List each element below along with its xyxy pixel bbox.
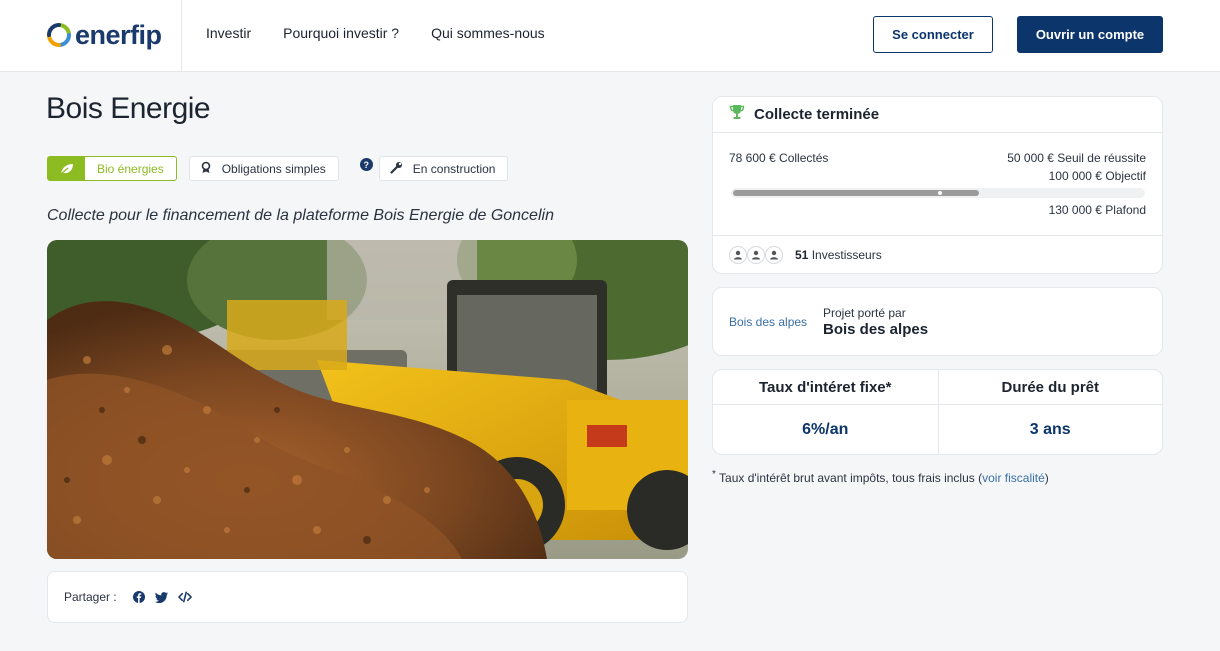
objective-marker xyxy=(938,191,942,195)
rate-column: Taux d'intéret fixe* 6%/an xyxy=(713,370,938,454)
trophy-icon xyxy=(729,104,745,125)
user-icon xyxy=(747,246,765,264)
open-account-button[interactable]: Ouvrir un compte xyxy=(1017,16,1163,53)
logo-text: enerfip xyxy=(75,19,162,50)
tag-oblig-label: Obligations simples xyxy=(221,161,326,176)
investors-label: Investisseurs xyxy=(811,248,882,262)
main-nav: Investir Pourquoi investir ? Qui sommes-… xyxy=(206,25,545,41)
tag-bio-energies[interactable]: Bio énergies xyxy=(47,156,177,181)
collect-header: Collecte terminée xyxy=(713,97,1162,133)
facebook-icon[interactable] xyxy=(132,590,146,604)
header-divider xyxy=(181,0,182,72)
investor-avatars xyxy=(729,246,783,264)
project-image xyxy=(47,240,688,559)
tag-obligations-simples[interactable]: Obligations simples xyxy=(188,156,339,181)
project-tags: Bio énergies Obligations simples ? En co… xyxy=(47,156,509,181)
footnote-close: ) xyxy=(1044,471,1049,485)
share-label: Partager : xyxy=(64,590,117,604)
page-title: Bois Energie xyxy=(46,92,211,125)
investors-count: 51 xyxy=(795,248,809,262)
help-icon[interactable]: ? xyxy=(359,158,373,171)
award-icon xyxy=(200,161,212,177)
logo-mark-icon xyxy=(46,22,72,48)
collect-status: Collecte terminée xyxy=(754,106,880,123)
investors-row: 51 Investisseurs xyxy=(713,235,1162,274)
nav-qui-sommes-nous[interactable]: Qui sommes-nous xyxy=(431,25,545,41)
investors-text: 51 Investisseurs xyxy=(795,248,882,262)
footnote-text: Taux d'intérêt brut avant impôts, tous f… xyxy=(719,471,983,485)
leaf-icon xyxy=(48,157,85,180)
nav-investir[interactable]: Investir xyxy=(206,25,251,41)
logo[interactable]: enerfip xyxy=(46,19,162,51)
collect-progress-fill xyxy=(733,190,979,196)
porteur-label: Projet porté par xyxy=(823,305,906,320)
collect-progress-bar xyxy=(731,188,1145,198)
porteur-info: Projet porté par Bois des alpes xyxy=(823,306,928,338)
twitter-icon[interactable] xyxy=(155,590,169,604)
duration-value: 3 ans xyxy=(1029,420,1071,438)
ceiling-amount: 130 000 € Plafond xyxy=(1048,203,1146,217)
threshold-amount: 50 000 € Seuil de réussite xyxy=(1007,151,1146,165)
login-button[interactable]: Se connecter xyxy=(873,16,993,53)
porteur-logo[interactable]: Bois des alpes xyxy=(729,315,823,329)
collect-card: Collecte terminée 78 600 € Collectés 50 … xyxy=(712,96,1163,274)
porteur-card: Bois des alpes Projet porté par Bois des… xyxy=(712,287,1163,356)
tag-bio-label: Bio énergies xyxy=(97,161,164,176)
tag-constr-label: En construction xyxy=(412,161,496,176)
porteur-name[interactable]: Bois des alpes xyxy=(823,321,928,338)
user-icon xyxy=(765,246,783,264)
rate-value: 6%/an xyxy=(802,420,849,438)
code-icon[interactable] xyxy=(177,590,192,604)
site-header: enerfip Investir Pourquoi investir ? Qui… xyxy=(0,0,1220,72)
objective-amount: 100 000 € Objectif xyxy=(1048,169,1146,183)
duration-label: Durée du prêt xyxy=(938,370,1162,405)
rate-label: Taux d'intéret fixe* xyxy=(713,370,938,405)
share-bar: Partager : xyxy=(47,571,688,623)
collected-amount: 78 600 € Collectés xyxy=(729,151,829,165)
wrench-icon xyxy=(390,161,403,177)
user-icon xyxy=(729,246,747,264)
tag-en-construction[interactable]: En construction xyxy=(378,156,509,181)
nav-pourquoi-investir[interactable]: Pourquoi investir ? xyxy=(283,25,399,41)
project-subtitle: Collecte pour le financement de la plate… xyxy=(47,207,554,224)
fiscalite-link[interactable]: voir fiscalité xyxy=(982,471,1045,485)
duration-column: Durée du prêt 3 ans xyxy=(937,370,1162,454)
footnote: * Taux d'intérêt brut avant impôts, tous… xyxy=(712,469,1049,485)
rates-card: Taux d'intéret fixe* 6%/an Durée du prêt… xyxy=(712,369,1163,455)
